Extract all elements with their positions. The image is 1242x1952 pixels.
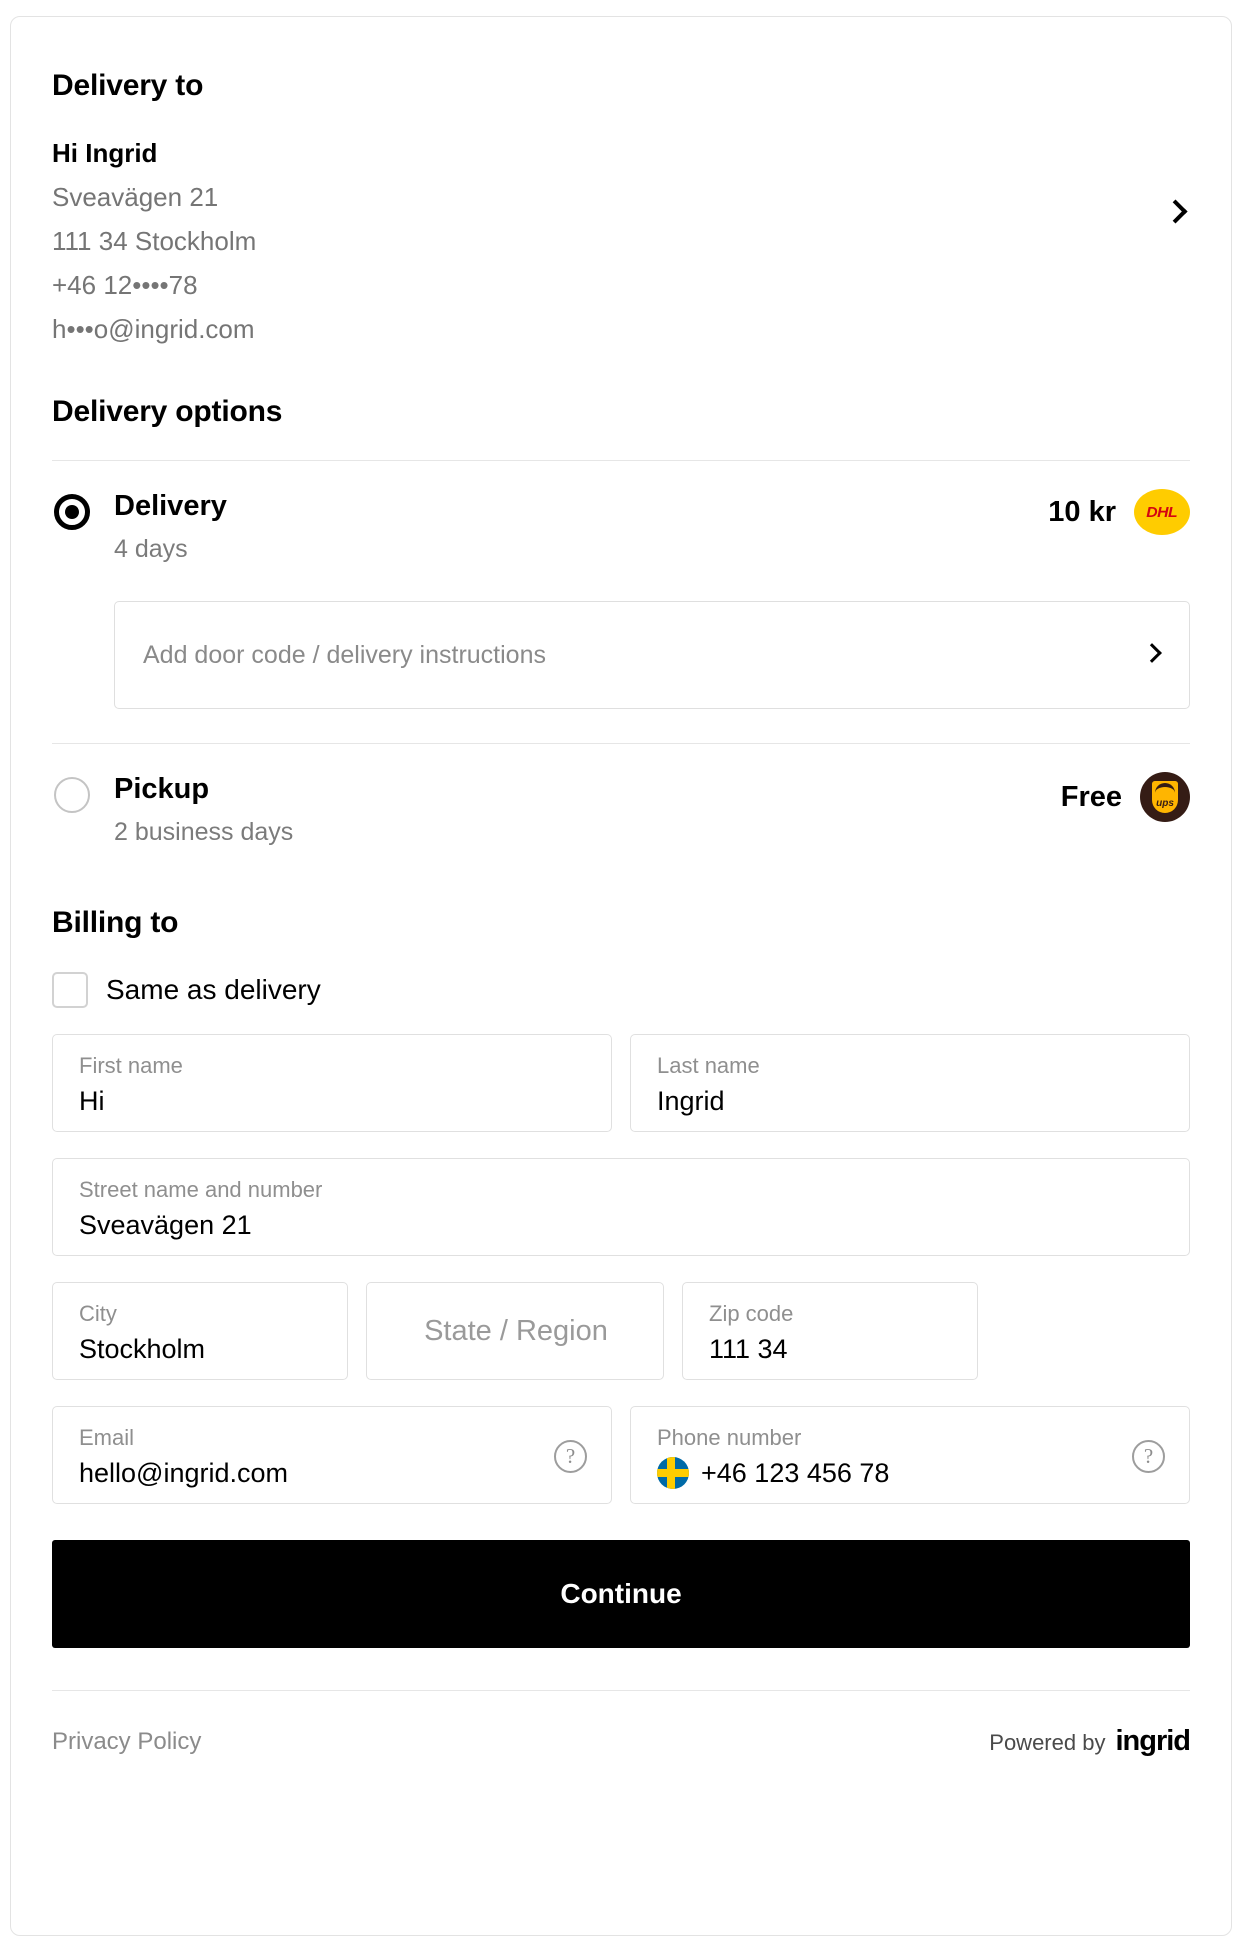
delivery-address-summary[interactable]: Hi Ingrid Sveavägen 21 111 34 Stockholm … [52, 131, 1190, 351]
privacy-policy-link[interactable]: Privacy Policy [52, 1728, 201, 1756]
footer: Privacy Policy Powered by ingrid [52, 1725, 1191, 1758]
street-value: Sveavägen 21 [79, 1210, 252, 1240]
powered-by-ingrid: Powered by ingrid [989, 1725, 1191, 1758]
dhl-logo-icon: DHL [1134, 489, 1190, 535]
email-value: hello@ingrid.com [79, 1458, 288, 1488]
continue-button-label: Continue [560, 1578, 682, 1609]
first-name-label: First name [79, 1053, 183, 1078]
ups-logo-text: ups [1156, 798, 1174, 809]
last-name-label: Last name [657, 1053, 760, 1078]
option-price: Free [1060, 780, 1122, 813]
phone-label: Phone number [657, 1425, 802, 1450]
street-field[interactable]: Street name and number Sveavägen 21 [52, 1158, 1190, 1256]
option-title: Delivery [114, 490, 227, 522]
phone-value: +46 123 456 78 [701, 1458, 890, 1488]
delivery-options-heading: Delivery options [52, 395, 283, 428]
zip-code-field[interactable]: Zip code 111 34 [682, 1282, 978, 1380]
continue-button[interactable]: Continue [52, 1540, 1190, 1648]
last-name-field[interactable]: Last name Ingrid [630, 1034, 1190, 1132]
delivery-option-pickup[interactable]: Pickup 2 business days Free ups [52, 744, 1190, 860]
recipient-name: Hi Ingrid [52, 138, 158, 168]
address-phone: +46 12••••78 [52, 270, 198, 300]
radio-pickup-unselected[interactable] [54, 777, 90, 813]
checkout-card: Delivery to Hi Ingrid Sveavägen 21 111 3… [10, 16, 1232, 1936]
radio-delivery-selected[interactable] [54, 494, 90, 530]
first-name-value: Hi [79, 1086, 105, 1116]
question-circle-icon[interactable]: ? [1132, 1440, 1165, 1473]
zip-code-value: 111 34 [709, 1334, 788, 1364]
option-subtitle: 4 days [114, 535, 188, 563]
email-field[interactable]: Email hello@ingrid.com ? [52, 1406, 612, 1504]
state-region-placeholder: State / Region [424, 1314, 608, 1347]
ingrid-logo: ingrid [1115, 1725, 1191, 1757]
city-label: City [79, 1301, 117, 1326]
same-as-delivery-checkbox[interactable] [52, 972, 88, 1008]
delivery-option-delivery[interactable]: Delivery 4 days 10 kr DHL [52, 461, 1190, 577]
option-title: Pickup [114, 773, 210, 805]
billing-to-heading: Billing to [52, 906, 179, 939]
option-price: 10 kr [1048, 495, 1116, 528]
door-code-label: Add door code / delivery instructions [143, 640, 546, 669]
door-code-instructions-input[interactable]: Add door code / delivery instructions [114, 601, 1190, 709]
delivery-to-heading: Delivery to [52, 69, 204, 102]
zip-code-label: Zip code [709, 1301, 794, 1326]
last-name-value: Ingrid [657, 1086, 725, 1116]
city-value: Stockholm [79, 1334, 206, 1364]
address-street: Sveavägen 21 [52, 182, 219, 212]
state-region-field[interactable]: State / Region [366, 1282, 664, 1380]
first-name-field[interactable]: First name Hi [52, 1034, 612, 1132]
ups-logo-icon: ups [1140, 772, 1190, 822]
chevron-right-icon[interactable] [1163, 199, 1188, 224]
email-phone-row: Email hello@ingrid.com ? Phone number +4… [52, 1406, 1190, 1504]
option-subtitle: 2 business days [114, 818, 294, 846]
same-as-delivery-row[interactable]: Same as delivery [52, 972, 1190, 1008]
city-field[interactable]: City Stockholm [52, 1282, 348, 1380]
powered-by-label: Powered by [989, 1730, 1106, 1755]
email-label: Email [79, 1425, 135, 1450]
question-circle-icon[interactable]: ? [554, 1440, 587, 1473]
address-city: 111 34 Stockholm [52, 226, 257, 256]
address-email: h•••o@ingrid.com [52, 314, 255, 344]
divider [52, 1690, 1190, 1691]
chevron-right-icon[interactable] [1142, 643, 1162, 663]
dhl-logo-text: DHL [1146, 503, 1178, 521]
same-as-delivery-label: Same as delivery [106, 974, 321, 1005]
name-field-row: First name Hi Last name Ingrid [52, 1034, 1190, 1132]
sweden-flag-icon [657, 1457, 689, 1489]
phone-field[interactable]: Phone number +46 123 456 78 ? [630, 1406, 1190, 1504]
street-label: Street name and number [79, 1177, 323, 1202]
street-field-row: Street name and number Sveavägen 21 [52, 1158, 1190, 1256]
city-state-zip-row: City Stockholm State / Region Zip code 1… [52, 1282, 1190, 1380]
